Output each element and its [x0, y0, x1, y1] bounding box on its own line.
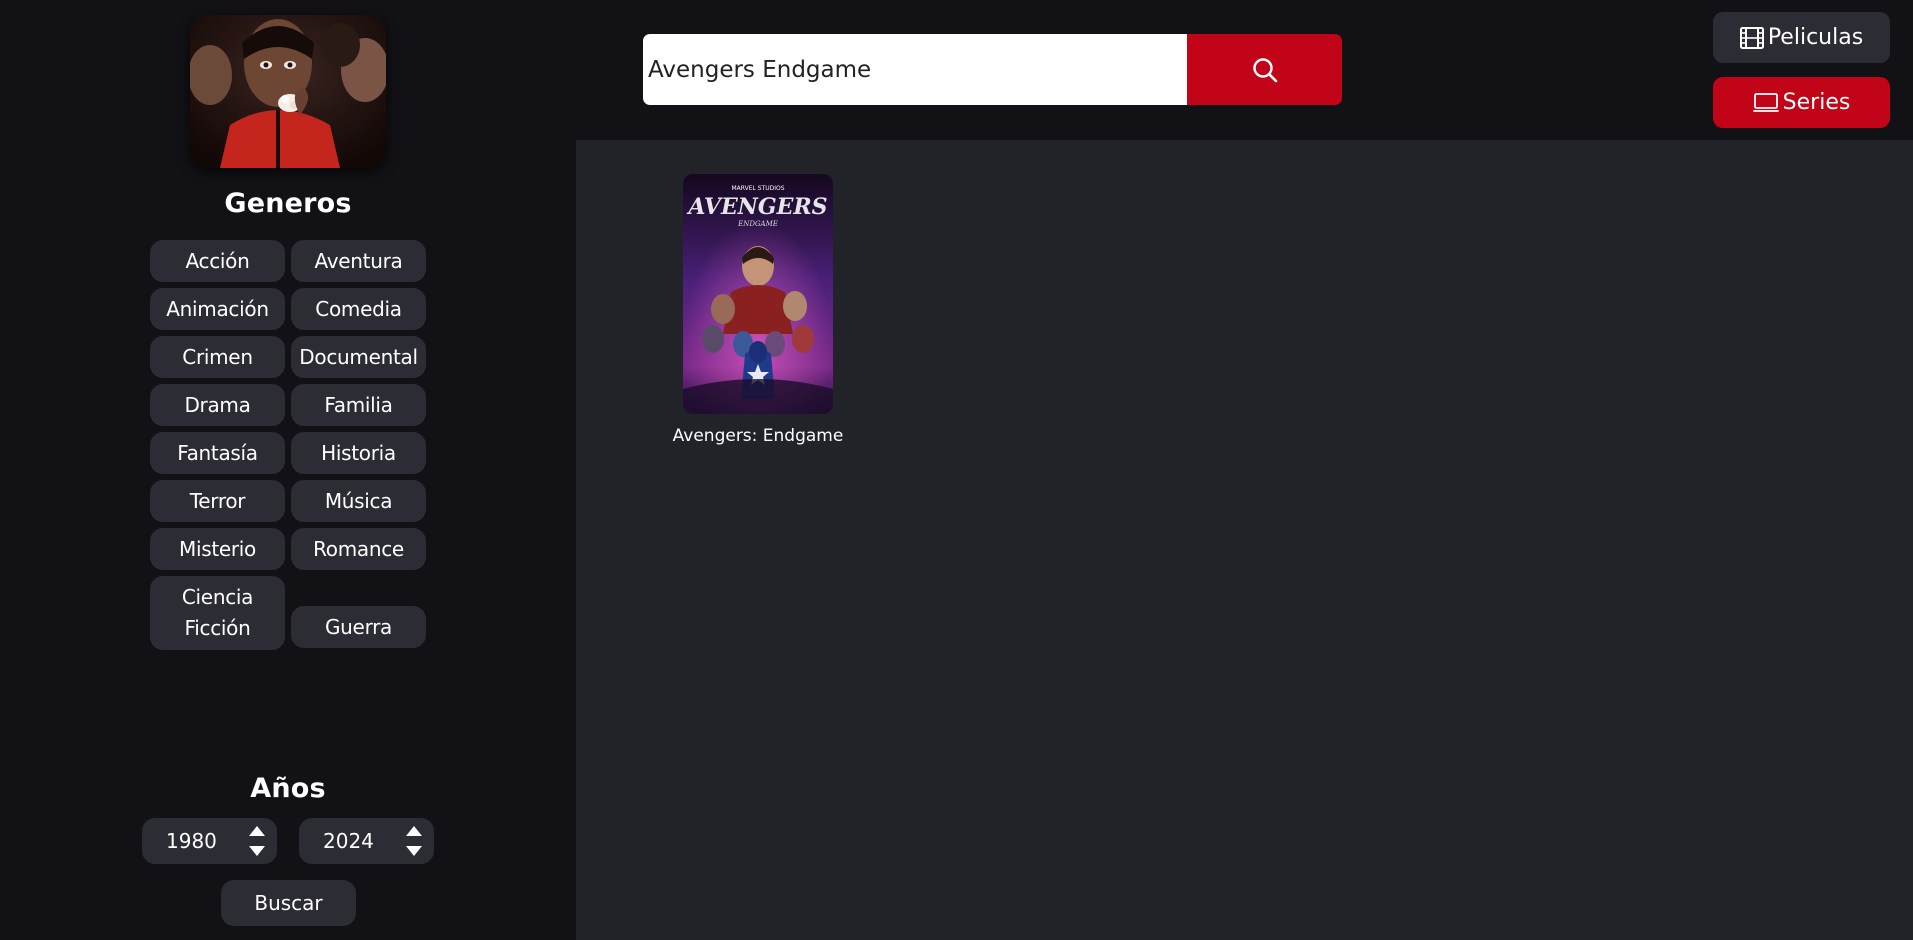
poster-image: MARVEL STUDIOS AVENGERS ENDGAME [683, 174, 833, 414]
genre-button-misterio[interactable]: Misterio [150, 528, 285, 570]
year-to-spinner[interactable] [406, 826, 422, 856]
genre-button-drama[interactable]: Drama [150, 384, 285, 426]
year-from-spinner[interactable] [249, 826, 265, 856]
genre-button-guerra[interactable]: Guerra [291, 606, 426, 648]
genre-button-ciencia-ficcion[interactable]: Ciencia Ficción [150, 576, 285, 650]
spin-up-icon[interactable] [249, 826, 265, 836]
genre-button-romance[interactable]: Romance [291, 528, 426, 570]
nav-series-label: Series [1782, 90, 1851, 115]
poster-brand: MARVEL STUDIOS [731, 185, 784, 192]
buscar-button[interactable]: Buscar [221, 880, 356, 926]
tv-icon [1752, 92, 1779, 112]
movie-card[interactable]: MARVEL STUDIOS AVENGERS ENDGAME Avengers… [668, 174, 848, 446]
years-title: Años [250, 773, 326, 804]
genre-button-documental[interactable]: Documental [291, 336, 426, 378]
genre-button-aventura[interactable]: Aventura [291, 240, 426, 282]
genre-button-familia[interactable]: Familia [291, 384, 426, 426]
genres-title: Generos [224, 188, 352, 219]
year-to-value: 2024 [323, 829, 374, 853]
avatar [190, 15, 386, 168]
poster-title: AVENGERS [686, 194, 827, 220]
movie-poster[interactable]: MARVEL STUDIOS AVENGERS ENDGAME [683, 174, 833, 414]
genre-button-animacion[interactable]: Animación [150, 288, 285, 330]
avatar-image [190, 15, 386, 168]
year-to-input[interactable]: 2024 [299, 818, 434, 864]
genre-button-terror[interactable]: Terror [150, 480, 285, 522]
genre-button-comedia[interactable]: Comedia [291, 288, 426, 330]
poster-subtitle: ENDGAME [737, 220, 778, 228]
spin-up-icon[interactable] [406, 826, 422, 836]
spin-down-icon[interactable] [406, 846, 422, 856]
search-icon [1252, 57, 1277, 82]
sidebar: Generos Acción Aventura Animación Comedi… [0, 0, 576, 940]
year-from-value: 1980 [166, 829, 217, 853]
search-input[interactable] [643, 34, 1187, 105]
spin-down-icon[interactable] [249, 846, 265, 856]
movie-title[interactable]: Avengers: Endgame [673, 426, 844, 446]
year-from-input[interactable]: 1980 [142, 818, 277, 864]
genre-button-musica[interactable]: Música [291, 480, 426, 522]
search-button[interactable] [1187, 34, 1342, 105]
film-icon [1739, 26, 1764, 49]
nav-series-button[interactable]: Series [1713, 77, 1890, 128]
genre-button-crimen[interactable]: Crimen [150, 336, 285, 378]
nav-peliculas-button[interactable]: Peliculas [1713, 12, 1890, 63]
genre-button-fantasia[interactable]: Fantasía [150, 432, 285, 474]
genre-button-accion[interactable]: Acción [150, 240, 285, 282]
genre-list: Acción Aventura Animación Comedia Crimen… [150, 240, 426, 650]
nav-peliculas-label: Peliculas [1767, 25, 1864, 50]
genre-button-historia[interactable]: Historia [291, 432, 426, 474]
